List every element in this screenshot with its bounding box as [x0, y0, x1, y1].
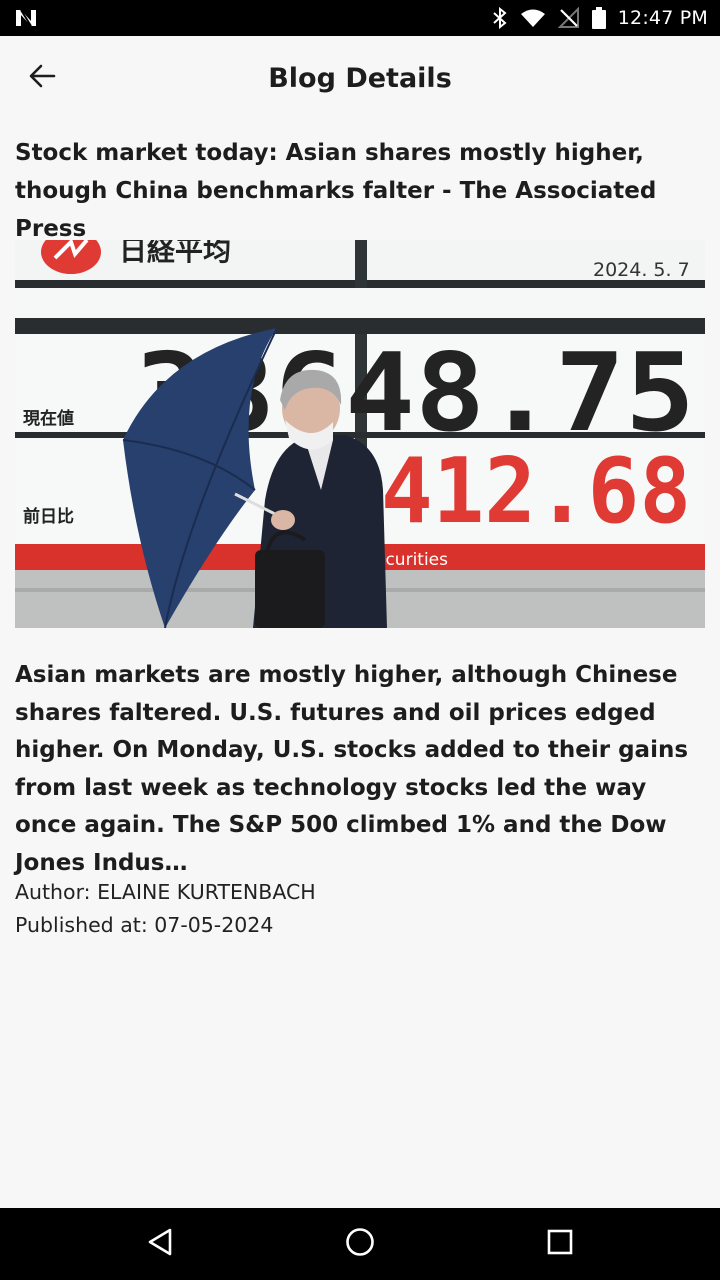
board-bank-text: ecurities [375, 550, 448, 570]
wifi-icon [520, 8, 546, 28]
status-time: 12:47 PM [617, 7, 708, 29]
board-logo-text: 日経平均 [119, 240, 231, 267]
home-circle-icon [344, 1226, 376, 1263]
article-meta: Author: ELAINE KURTENBACH Published at: … [15, 876, 705, 942]
nav-home-button[interactable] [320, 1214, 400, 1274]
back-button[interactable] [18, 56, 66, 100]
nav-recents-button[interactable] [520, 1214, 600, 1274]
notification-n-icon [14, 8, 38, 28]
arrow-left-icon [28, 62, 56, 95]
board-value-bottom: 412.68 [381, 439, 691, 544]
board-label-current: 現在値 [23, 408, 74, 429]
back-triangle-icon [146, 1227, 174, 1262]
board-date: 2024. 5. 7 [593, 259, 690, 281]
no-signal-icon [557, 7, 580, 29]
nav-back-button[interactable] [120, 1214, 200, 1274]
published-line: Published at: 07-05-2024 [15, 913, 274, 937]
system-nav-bar [0, 1208, 720, 1280]
board-label-prev: 前日比 [23, 506, 74, 527]
app-bar: Blog Details [0, 36, 720, 120]
recents-square-icon [546, 1228, 574, 1261]
battery-icon [591, 7, 606, 29]
article-body: Asian markets are mostly higher, althoug… [15, 662, 689, 876]
bluetooth-icon [492, 7, 508, 29]
author-line: Author: ELAINE KURTENBACH [15, 880, 316, 904]
status-bar: 12:47 PM [0, 0, 720, 36]
article-title: Stock market today: Asian shares mostly … [15, 140, 657, 242]
article-image: 日経平均 2024. 5. 7 現在値 前日比 38648.75 412.68 … [15, 240, 705, 628]
page-title: Blog Details [268, 62, 452, 94]
